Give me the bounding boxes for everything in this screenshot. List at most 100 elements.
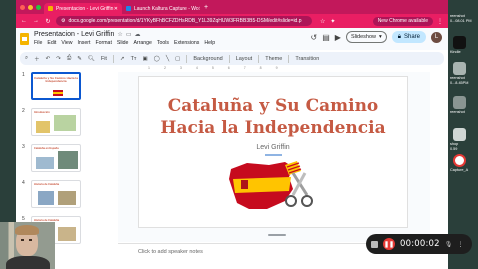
shape-icon[interactable]: ◯ <box>154 56 160 62</box>
extensions-icon[interactable]: ✦ <box>330 18 335 25</box>
chevron-down-icon[interactable]: ▾ <box>379 34 382 40</box>
webcam-eye <box>21 239 24 241</box>
stop-recording-button[interactable] <box>371 240 378 248</box>
zoom-icon[interactable]: 🔍︎ <box>88 56 95 62</box>
toolbar-divider <box>258 54 260 63</box>
minimize-window-button[interactable] <box>28 4 33 10</box>
menu-file[interactable]: File <box>34 40 42 46</box>
file-thumbnail-icon <box>453 128 466 141</box>
share-label: Share <box>403 34 420 40</box>
filmstrip-slide[interactable]: 2 Introducción <box>22 108 81 136</box>
menu-slide[interactable]: Slide <box>117 40 129 46</box>
share-button[interactable]: 🔒︎ Share <box>391 31 426 43</box>
slide-canvas[interactable]: Cataluña y Su Camino Hacia la Independen… <box>138 76 408 228</box>
file-label: reenshot <box>450 110 465 114</box>
desktop-app[interactable]: Kindle <box>450 36 478 55</box>
flag-image <box>53 90 63 96</box>
slide-subtitle[interactable]: Levi Griffin <box>139 144 407 151</box>
slide-thumbnail[interactable]: Cataluña en España <box>31 144 81 172</box>
slide-canvas-area: Cataluña y Su Camino Hacia la Independen… <box>118 72 430 242</box>
menu-view[interactable]: View <box>61 40 72 46</box>
menu-edit[interactable]: Edit <box>47 40 56 46</box>
slide-thumbnail-selected[interactable]: Cataluña y Su Camino Hacia la Independen… <box>31 72 81 100</box>
avatar[interactable]: L <box>431 31 442 43</box>
menu-help[interactable]: Help <box>204 40 215 46</box>
text-box-icon[interactable]: Tт <box>131 56 137 62</box>
new-chrome-available-button[interactable]: New Chrome available <box>372 16 433 26</box>
filmstrip-slide[interactable]: 1 Cataluña y Su Camino Hacia la Independ… <box>22 72 81 100</box>
menu-format[interactable]: Format <box>95 40 111 46</box>
webcam-person-hair <box>15 225 39 235</box>
undo-icon[interactable]: ↶ <box>46 56 51 62</box>
slide-number: 3 <box>22 144 25 150</box>
transition-button[interactable]: Transition <box>295 56 319 62</box>
slide-thumbnail[interactable]: Historia de Cataluña <box>31 180 81 208</box>
slide-title[interactable]: Cataluña y Su Camino Hacia la Independen… <box>139 95 407 139</box>
zoom-select[interactable]: Fit <box>101 56 107 62</box>
filmstrip-slide[interactable]: 4 Historia de Cataluña <box>22 180 81 208</box>
cloud-saved-icon[interactable]: ☁ <box>134 31 140 38</box>
search-menus-icon[interactable]: ⌕ <box>25 55 28 62</box>
pause-recording-button[interactable]: ❚❚ <box>383 238 395 250</box>
close-tab-icon[interactable]: ✕ <box>114 6 118 12</box>
thumbnail-map-image <box>36 157 54 169</box>
notes-resize-handle[interactable] <box>268 234 286 236</box>
desktop-file[interactable]: reenshot 0...08.01 PM <box>450 14 478 23</box>
thumbnail-map-image <box>54 115 76 131</box>
bookmark-star-icon[interactable]: ☆ <box>320 18 325 25</box>
background-button[interactable]: Background <box>193 56 222 62</box>
version-history-icon[interactable]: ↺ <box>311 33 318 42</box>
reload-icon[interactable]: ↻ <box>44 18 52 25</box>
file-sublabel: 0.59 <box>450 146 458 151</box>
close-tab-icon[interactable]: ✕ <box>199 6 200 12</box>
line-icon[interactable]: ╲ <box>166 56 169 62</box>
filmstrip-slide[interactable]: 3 Cataluña en España <box>22 144 81 172</box>
menu-extensions[interactable]: Extensions <box>174 40 199 46</box>
url-field[interactable]: ⚙ docs.google.com/presentation/d/1YKyBFh… <box>56 16 312 26</box>
meet-video-icon[interactable]: ▶ <box>335 33 341 42</box>
speaker-notes-placeholder[interactable]: Click to add speaker notes <box>138 249 203 255</box>
more-options-icon[interactable]: ⋮ <box>436 18 444 25</box>
spain-flag-map-image[interactable] <box>227 159 319 214</box>
slides-logo-icon[interactable] <box>20 33 29 45</box>
new-slide-icon[interactable]: ＋ <box>34 55 40 63</box>
document-title[interactable]: Presentacion - Levi Griffin <box>34 31 114 38</box>
layout-button[interactable]: Layout <box>236 56 253 62</box>
thumbnail-photo <box>58 227 76 241</box>
image-icon[interactable]: ▣ <box>142 56 147 62</box>
desktop-file[interactable]: reenshot <box>450 96 478 115</box>
menu-arrange[interactable]: Arrange <box>133 40 151 46</box>
desktop-file[interactable]: reenshot 0...8.45PM <box>450 62 478 85</box>
screenshot-thumbnail-icon <box>453 62 466 75</box>
slide-thumbnail[interactable]: Introducción <box>31 108 81 136</box>
back-icon[interactable]: ← <box>20 18 28 24</box>
slideshow-button[interactable]: Slideshow ▾ <box>345 31 387 43</box>
maximize-window-button[interactable] <box>36 4 41 10</box>
paint-format-icon[interactable]: ✎ <box>77 56 82 62</box>
select-cursor-icon[interactable]: ➚ <box>120 56 125 62</box>
slides-favicon-icon <box>48 6 53 11</box>
browser-tab-kaltura[interactable]: Launch Kaltura Capture - Wo ✕ <box>122 3 200 14</box>
tune-icon[interactable]: ⚙ <box>61 18 65 24</box>
comments-icon[interactable]: ▤ <box>322 33 330 42</box>
redo-icon[interactable]: ↷ <box>56 56 61 62</box>
print-icon[interactable]: ⎙ <box>67 55 71 62</box>
slide-number: 4 <box>22 180 25 186</box>
theme-button[interactable]: Theme <box>265 56 282 62</box>
menu-tools[interactable]: Tools <box>157 40 169 46</box>
comment-add-icon[interactable]: ▢ <box>175 56 180 62</box>
move-folder-icon[interactable]: ▭ <box>126 31 132 38</box>
desktop-file[interactable]: Capture_A <box>450 154 478 173</box>
desktop-file[interactable]: shop 0.59 <box>450 128 478 151</box>
toolbar-divider <box>186 54 188 63</box>
screenshot-thumbnail-icon <box>453 96 466 109</box>
close-window-button[interactable] <box>20 4 25 10</box>
address-bar-row: ← → ↻ ⚙ docs.google.com/presentation/d/1… <box>16 14 448 28</box>
star-icon[interactable]: ☆ <box>117 31 122 38</box>
browser-tab-presentation[interactable]: Presentacion - Levi Griffin ✕ <box>44 3 122 14</box>
new-tab-button[interactable]: + <box>204 4 208 11</box>
subtitle-underline <box>265 154 282 156</box>
forward-icon[interactable]: → <box>32 18 40 24</box>
thumbnail-photo <box>58 191 76 205</box>
menu-insert[interactable]: Insert <box>77 40 90 46</box>
